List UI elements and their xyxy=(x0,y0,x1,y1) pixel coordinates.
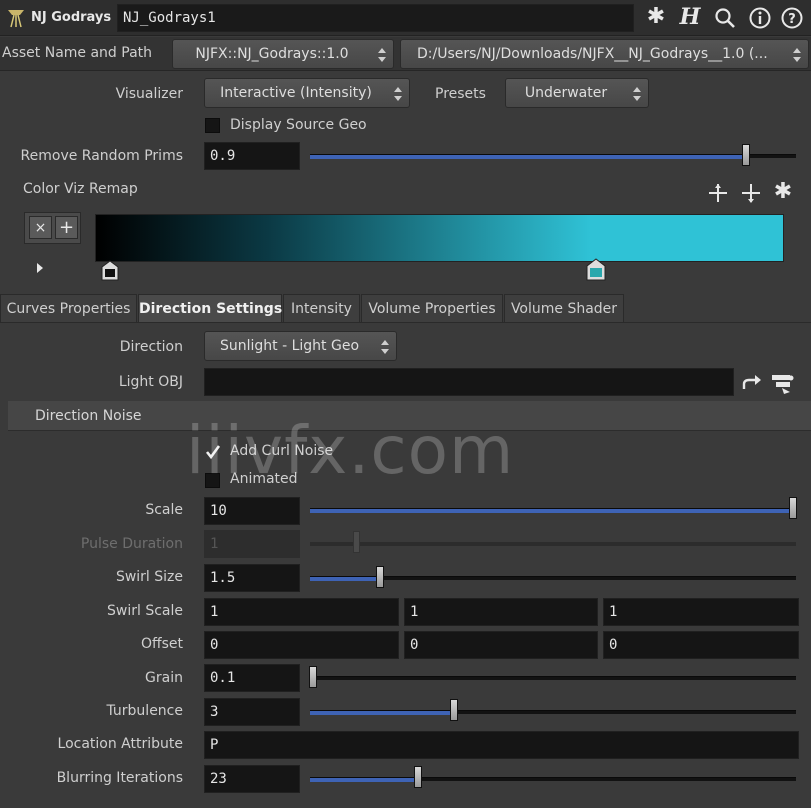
location-attribute-field[interactable]: P xyxy=(204,731,799,759)
tab-direction-settings[interactable]: Direction Settings xyxy=(138,294,282,322)
asset-path-dropdown[interactable]: D:/Users/NJ/Downloads/NJFX__NJ_Godrays__… xyxy=(400,39,809,69)
color-ramp-gradient[interactable] xyxy=(95,214,784,262)
gear-icon[interactable]: ✱ xyxy=(643,6,669,30)
grain-field[interactable]: 0.1 xyxy=(204,664,300,692)
remove-random-prims-label: Remove Random Prims xyxy=(20,148,183,164)
light-obj-field[interactable] xyxy=(204,368,734,396)
tab-volume-shader[interactable]: Volume Shader xyxy=(504,294,624,322)
slider-fill xyxy=(310,577,380,581)
node-type-label: NJ Godrays xyxy=(31,10,112,25)
swirl-size-label: Swirl Size xyxy=(115,569,183,585)
move-keys-icon[interactable] xyxy=(706,182,730,204)
display-source-geo-label: Display Source Geo xyxy=(230,117,367,133)
add-curl-noise-checkbox[interactable] xyxy=(205,444,221,460)
updown-arrow-icon xyxy=(793,48,801,62)
direction-label: Direction xyxy=(119,339,183,355)
node-icon xyxy=(5,7,27,29)
tab-volume-properties[interactable]: Volume Properties xyxy=(361,294,503,322)
slider-fill xyxy=(310,155,746,159)
help-icon[interactable]: ? xyxy=(780,6,804,30)
remove-random-prims-slider[interactable] xyxy=(310,154,796,159)
updown-arrow-icon xyxy=(394,87,402,101)
blurring-iterations-slider[interactable] xyxy=(310,777,796,782)
blurring-iterations-field[interactable]: 23 xyxy=(204,765,300,793)
ramp-gear-icon[interactable]: ✱ xyxy=(770,180,796,206)
swirl-size-handle[interactable] xyxy=(376,566,384,588)
swirl-scale-label: Swirl Scale xyxy=(107,603,183,619)
add-curl-noise-label: Add Curl Noise xyxy=(230,443,334,459)
direction-value: Sunlight - Light Geo xyxy=(219,338,360,354)
updown-arrow-icon xyxy=(381,340,389,354)
updown-arrow-icon xyxy=(378,48,386,62)
visualizer-label: Visualizer xyxy=(115,86,183,102)
turbulence-handle[interactable] xyxy=(450,699,458,721)
swirl-scale-y-field[interactable]: 1 xyxy=(404,598,598,626)
asset-path-value: D:/Users/NJ/Downloads/NJFX__NJ_Godrays__… xyxy=(417,46,768,62)
slider-fill xyxy=(310,509,792,513)
slider-fill xyxy=(310,711,454,715)
presets-label: Presets xyxy=(435,86,486,102)
animated-label: Animated xyxy=(230,471,298,487)
presets-dropdown[interactable]: Underwater xyxy=(505,78,649,108)
search-icon[interactable] xyxy=(712,6,738,30)
houdini-help-icon[interactable]: H xyxy=(678,4,702,30)
visualizer-dropdown[interactable]: Interactive (Intensity) xyxy=(204,78,410,108)
pulse-duration-field: 1 xyxy=(204,530,300,558)
jump-to-node-icon[interactable] xyxy=(741,372,763,394)
asset-name-value: NJFX::NJ_Godrays::1.0 xyxy=(195,46,349,62)
turbulence-label: Turbulence xyxy=(106,703,183,719)
updown-arrow-icon xyxy=(633,87,641,101)
grain-slider[interactable] xyxy=(310,676,796,680)
remove-random-prims-handle[interactable] xyxy=(742,144,750,166)
scale-label: Scale xyxy=(145,502,183,518)
asset-name-dropdown[interactable]: NJFX::NJ_Godrays::1.0 xyxy=(172,39,394,69)
blurring-iterations-label: Blurring Iterations xyxy=(56,770,183,786)
blurring-iterations-handle[interactable] xyxy=(414,766,422,788)
animated-checkbox[interactable] xyxy=(205,473,220,488)
scale-handle[interactable] xyxy=(789,497,797,519)
direction-dropdown[interactable]: Sunlight - Light Geo xyxy=(204,331,397,361)
visualizer-value: Interactive (Intensity) xyxy=(220,85,372,101)
swirl-scale-x-field[interactable]: 1 xyxy=(204,598,399,626)
presets-value: Underwater xyxy=(524,85,608,101)
snap-keys-icon[interactable] xyxy=(739,182,763,204)
display-source-geo-checkbox[interactable] xyxy=(205,118,220,133)
remove-key-button[interactable]: × xyxy=(29,216,52,239)
tab-bar-line xyxy=(0,322,811,323)
svg-text:?: ? xyxy=(788,12,796,27)
node-name-field[interactable]: NJ_Godrays1 xyxy=(117,4,634,32)
offset-y-field[interactable]: 0 xyxy=(404,631,598,659)
location-attribute-label: Location Attribute xyxy=(57,736,183,752)
tab-curves-properties[interactable]: Curves Properties xyxy=(0,294,137,322)
pulse-duration-handle xyxy=(353,531,360,553)
swirl-scale-z-field[interactable]: 1 xyxy=(603,598,799,626)
slider-fill xyxy=(310,778,418,782)
turbulence-field[interactable]: 3 xyxy=(204,698,300,726)
offset-label: Offset xyxy=(140,636,183,652)
asset-label: Asset Name and Path xyxy=(2,45,153,61)
swirl-size-field[interactable]: 1.5 xyxy=(204,564,300,592)
expand-arrow-icon[interactable] xyxy=(35,262,45,274)
pulse-duration-slider xyxy=(310,542,796,546)
add-key-button[interactable]: + xyxy=(55,216,78,239)
remove-random-prims-field[interactable]: 0.9 xyxy=(204,142,300,170)
turbulence-slider[interactable] xyxy=(310,710,796,715)
info-icon[interactable] xyxy=(748,6,772,30)
direction-noise-title[interactable]: Direction Noise xyxy=(35,408,142,424)
tab-intensity[interactable]: Intensity xyxy=(283,294,360,322)
offset-z-field[interactable]: 0 xyxy=(603,631,799,659)
ramp-key-cyan[interactable] xyxy=(586,258,606,282)
light-obj-label: Light OBJ xyxy=(118,374,183,390)
ramp-key-black[interactable] xyxy=(100,260,120,282)
scale-field[interactable]: 10 xyxy=(204,497,300,525)
node-chooser-icon[interactable] xyxy=(770,370,796,396)
grain-handle[interactable] xyxy=(309,666,317,688)
color-viz-remap-label: Color Viz Remap xyxy=(23,181,138,197)
pulse-duration-label: Pulse Duration xyxy=(80,536,183,552)
offset-x-field[interactable]: 0 xyxy=(204,631,399,659)
grain-label: Grain xyxy=(145,670,183,686)
scale-slider[interactable] xyxy=(310,508,796,513)
